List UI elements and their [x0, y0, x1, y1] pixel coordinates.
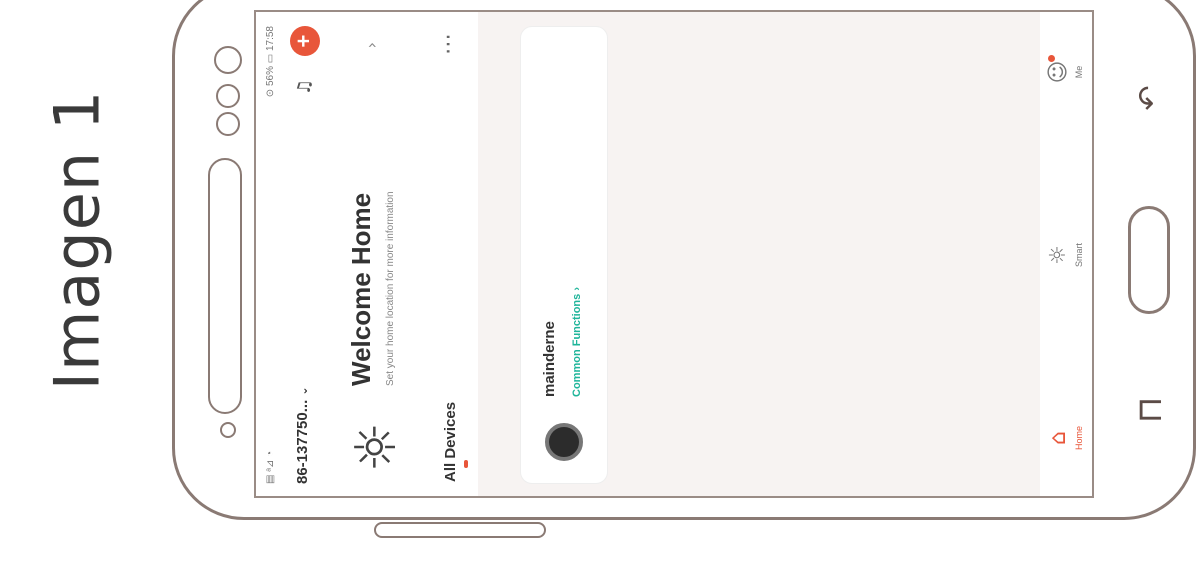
notification-dot [1048, 55, 1055, 62]
status-right: ⊙ 56% ▭ 17:58 [265, 26, 276, 98]
chevron-right-icon: › [362, 42, 381, 49]
home-selector[interactable]: 86-137750... ⌄ [294, 386, 311, 484]
add-device-button[interactable]: + [290, 26, 320, 56]
more-icon[interactable]: ⋯ [436, 32, 461, 55]
front-camera [214, 46, 242, 74]
welcome-subtitle: Set your home location for more informat… [385, 191, 396, 386]
tab-home-label: Home [1074, 426, 1084, 451]
home-hardware-button[interactable] [1128, 206, 1170, 314]
chevron-down-icon: ⌄ [297, 386, 310, 396]
tab-smart[interactable]: ☼ Smart [1044, 215, 1084, 295]
welcome-banner[interactable]: ☼ Welcome Home Set your home location fo… [328, 12, 428, 496]
bottom-tab-bar: ⌂ Home ☼ Smart ☺ Me [1040, 12, 1092, 496]
app-header: 86-137750... ⌄ ♫ + [284, 12, 328, 496]
tab-me[interactable]: ☺ Me [1044, 32, 1084, 112]
figure-caption: Imagen 1 [40, 89, 114, 391]
back-arrow-icon[interactable]: ↶ [1130, 78, 1170, 118]
sun-icon: ☼ [344, 421, 409, 473]
tab-home[interactable]: ⌂ Home [1044, 398, 1084, 478]
device-name: mainderne [541, 321, 558, 397]
home-name: 86-137750... [294, 399, 311, 484]
sensor-circle [216, 84, 240, 108]
profile-icon: ☺ [1046, 60, 1071, 84]
side-button [374, 522, 546, 538]
phone-speaker [208, 158, 242, 414]
device-card[interactable]: mainderne Common Functions › [520, 26, 608, 484]
common-functions-link[interactable]: Common Functions › [571, 287, 583, 397]
smart-icon: ☼ [1046, 245, 1071, 265]
sensor-circle [216, 112, 240, 136]
tab-all-devices[interactable]: All Devices [442, 402, 459, 482]
app-view: ▤ ᵃ⊿ ◔ ⊙ 56% ▭ 17:58 86-137750... ⌄ ♫ + … [256, 12, 1092, 496]
phone-screen: ▤ ᵃ⊿ ◔ ⊙ 56% ▭ 17:58 86-137750... ⌄ ♫ + … [254, 10, 1094, 498]
home-icon: ⌂ [1046, 431, 1071, 445]
microphone-icon[interactable]: ♫ [290, 72, 320, 102]
tab-me-label: Me [1074, 65, 1084, 79]
status-bar: ▤ ᵃ⊿ ◔ ⊙ 56% ▭ 17:58 [256, 12, 284, 496]
tab-smart-label: Smart [1074, 243, 1084, 268]
device-image [545, 423, 583, 461]
status-left: ▤ ᵃ⊿ ◔ [265, 450, 276, 484]
tab-underline [464, 460, 468, 468]
device-tabs: All Devices ⋯ [428, 12, 478, 496]
indicator-light [220, 422, 236, 438]
welcome-title: Welcome Home [346, 192, 376, 386]
recent-apps-icon[interactable]: ⊓ [1130, 390, 1170, 430]
